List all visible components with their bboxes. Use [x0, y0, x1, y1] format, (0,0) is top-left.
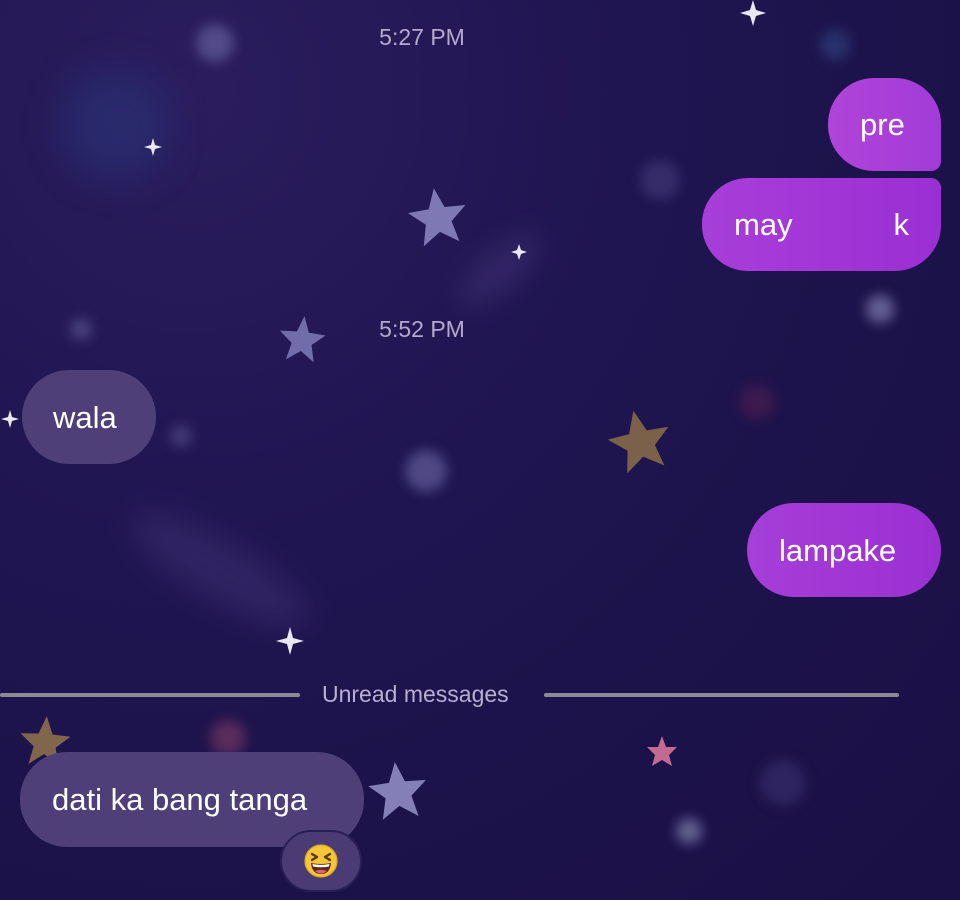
- star-icon: [607, 410, 669, 474]
- message-text: pre: [860, 107, 905, 142]
- incoming-message-bubble[interactable]: wala: [22, 370, 156, 464]
- unread-divider-line: [0, 693, 300, 697]
- message-text: may: [734, 207, 793, 242]
- message-timestamp: 5:52 PM: [379, 316, 465, 342]
- unread-divider-line: [544, 693, 899, 697]
- star-icon: [647, 736, 677, 766]
- unread-messages-label: Unread messages: [322, 681, 509, 707]
- message-text: wala: [53, 399, 117, 435]
- outgoing-message-bubble[interactable]: may k: [702, 178, 941, 271]
- star-icon: [408, 188, 466, 247]
- star-icon: [279, 316, 326, 363]
- outgoing-message-bubble[interactable]: pre: [828, 78, 941, 171]
- message-text: k: [893, 207, 910, 242]
- star-icon: [368, 762, 426, 820]
- message-text: dati ka bang tanga: [52, 782, 308, 817]
- message-timestamp: 5:27 PM: [379, 24, 465, 50]
- outgoing-message-bubble[interactable]: lampake: [747, 503, 941, 597]
- message-reaction[interactable]: [280, 830, 362, 892]
- laughing-face-emoji-icon: [304, 844, 338, 878]
- message-text: lampake: [779, 532, 897, 568]
